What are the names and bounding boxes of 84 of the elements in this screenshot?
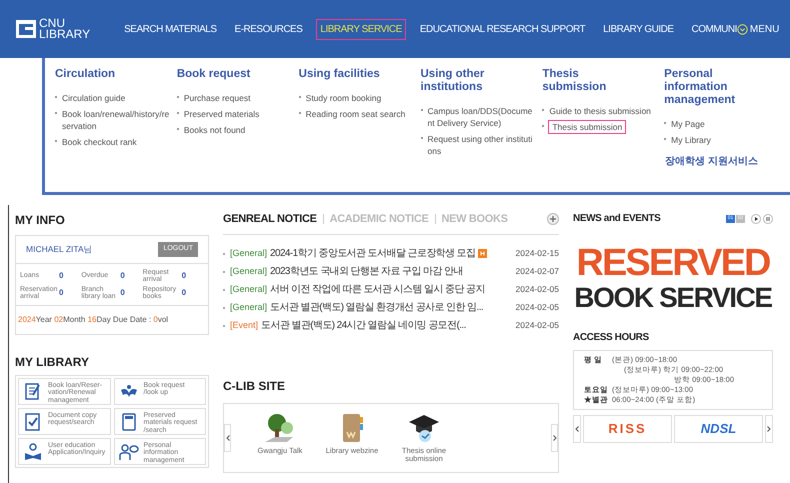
tile-icon bbox=[118, 442, 138, 462]
chevron-right-icon bbox=[552, 434, 556, 440]
notice-category: [General] bbox=[230, 246, 268, 260]
notice-category: [General] bbox=[230, 300, 268, 314]
due-text: Day Due Date : bbox=[96, 314, 152, 324]
notice-title[interactable]: 서버 이전 작업에 따른 도서관 시스템 일시 중단 공지 bbox=[270, 282, 485, 297]
chevron-down-icon bbox=[736, 24, 748, 34]
due-text: 16 bbox=[88, 314, 96, 324]
section-title: C-LIB SITE bbox=[223, 378, 286, 394]
nav-link[interactable]: LIBRARY SERVICE bbox=[316, 18, 406, 40]
user-name: MICHAEL ZITA님 bbox=[26, 242, 93, 256]
stat-value: 0 bbox=[120, 286, 125, 298]
notice-date: 2024-02-05 bbox=[516, 319, 559, 332]
stat-value: 0 bbox=[182, 286, 186, 298]
notice-date: 2024-02-07 bbox=[516, 265, 559, 278]
play-icon bbox=[751, 214, 761, 224]
menu-heading: Circulation bbox=[55, 68, 116, 81]
stat-value: 0 bbox=[120, 270, 125, 282]
site-logo-link[interactable]: RISS bbox=[583, 415, 672, 443]
notice-title[interactable]: 도서관 별관(백도) 24시간 열람실 네이밍 공모전(... bbox=[261, 318, 466, 333]
site-logo-link[interactable]: NDSL bbox=[674, 415, 763, 443]
banner-text: BOOK SERVICE bbox=[574, 282, 772, 314]
banner-text: RESERVED bbox=[576, 244, 770, 282]
section-title: ACCESS HOURS bbox=[573, 331, 650, 345]
previous-button[interactable] bbox=[573, 415, 581, 443]
notice-category: [General] bbox=[230, 264, 268, 278]
due-text: Year bbox=[36, 314, 53, 324]
menu-heading: Book request bbox=[176, 68, 252, 81]
nav-link[interactable]: EDUCATIONAL RESEARCH SUPPORT bbox=[416, 18, 590, 40]
section-title: NEWS and EVENTS bbox=[573, 212, 660, 226]
menu-item[interactable]: My Library bbox=[670, 133, 712, 147]
chevron-left-icon bbox=[575, 426, 579, 432]
due-text: vol bbox=[158, 314, 168, 324]
next-button[interactable] bbox=[551, 424, 558, 452]
due-text: 2024 bbox=[18, 314, 36, 324]
menu-heading: Thesis submission bbox=[542, 68, 608, 94]
tile-icon bbox=[23, 412, 43, 432]
notice-category: [Event] bbox=[230, 318, 258, 332]
notice-title[interactable]: 2024-1학기 중앙도서관 도서배달 근로장학생 모집 bbox=[270, 246, 476, 261]
plus-icon bbox=[547, 213, 559, 226]
menu-item[interactable]: Reading room seat search bbox=[304, 107, 406, 121]
previous-button[interactable] bbox=[224, 424, 231, 452]
next-button[interactable] bbox=[765, 415, 773, 443]
menu-heading: Using facilities bbox=[298, 68, 381, 81]
menu-heading: Personal information management bbox=[664, 68, 736, 107]
due-text: 0 bbox=[153, 314, 158, 324]
menu-item[interactable]: Request using other institutions bbox=[426, 132, 536, 158]
section-title: MY LIBRARY bbox=[15, 354, 90, 370]
notice-title[interactable]: 도서관 별관(백도) 열람실 환경개선 공사로 인한 임... bbox=[270, 300, 484, 315]
menu-item[interactable]: Book loan/renewal/history/reservation bbox=[61, 107, 171, 133]
logo-icon bbox=[16, 20, 36, 38]
menu-item[interactable]: Study room booking bbox=[304, 91, 382, 105]
chevron-right-icon bbox=[767, 426, 771, 432]
menu-item[interactable]: Thesis submission bbox=[548, 120, 626, 134]
menu-link[interactable]: 장애학생 지원서비스 bbox=[664, 153, 759, 170]
menu-item[interactable]: Preserved materials bbox=[182, 107, 260, 121]
menu-heading: Using other institutions bbox=[420, 68, 486, 94]
section-title: MY INFO bbox=[15, 212, 66, 229]
menu-item[interactable]: Guide to thesis submission bbox=[548, 104, 652, 118]
tile-icon bbox=[23, 442, 43, 462]
stat-value: 0 bbox=[182, 270, 186, 282]
menu-item[interactable]: Book checkout rank bbox=[61, 135, 138, 149]
notice-date: 2024-02-05 bbox=[516, 301, 559, 314]
menu-item[interactable]: My Page bbox=[670, 117, 706, 131]
menu-item[interactable]: Purchase request bbox=[182, 91, 252, 105]
due-text: 02 bbox=[54, 314, 64, 324]
menu-item[interactable]: Circulation guide bbox=[61, 91, 126, 105]
menu-item[interactable]: Campus loan/DDS(Document Delivery Service) bbox=[426, 104, 536, 130]
nav-link[interactable]: E-RESOURCES bbox=[230, 18, 306, 40]
notice-date: 2024-02-05 bbox=[516, 283, 559, 296]
due-text: Month bbox=[63, 314, 86, 324]
logo-text: CNU bbox=[39, 18, 65, 29]
nav-link[interactable]: LIBRARY GUIDE bbox=[599, 18, 678, 40]
notice-title[interactable]: 2023학년도 국내외 단행본 자료 구입 마감 안내 bbox=[270, 264, 463, 279]
stat-value: 0 bbox=[59, 286, 64, 298]
stat-value: 0 bbox=[59, 270, 64, 282]
chevron-left-icon bbox=[226, 434, 230, 440]
notice-category: [General] bbox=[230, 282, 268, 296]
pause-icon bbox=[763, 214, 773, 224]
menu-item[interactable]: Books not found bbox=[182, 123, 246, 137]
nav-link[interactable]: SEARCH MATERIALS bbox=[120, 18, 221, 40]
notice-tab[interactable]: GENREAL NOTICE bbox=[223, 211, 323, 228]
logo-text: LIBRARY bbox=[39, 29, 90, 40]
notice-date: 2024-02-15 bbox=[516, 247, 559, 260]
